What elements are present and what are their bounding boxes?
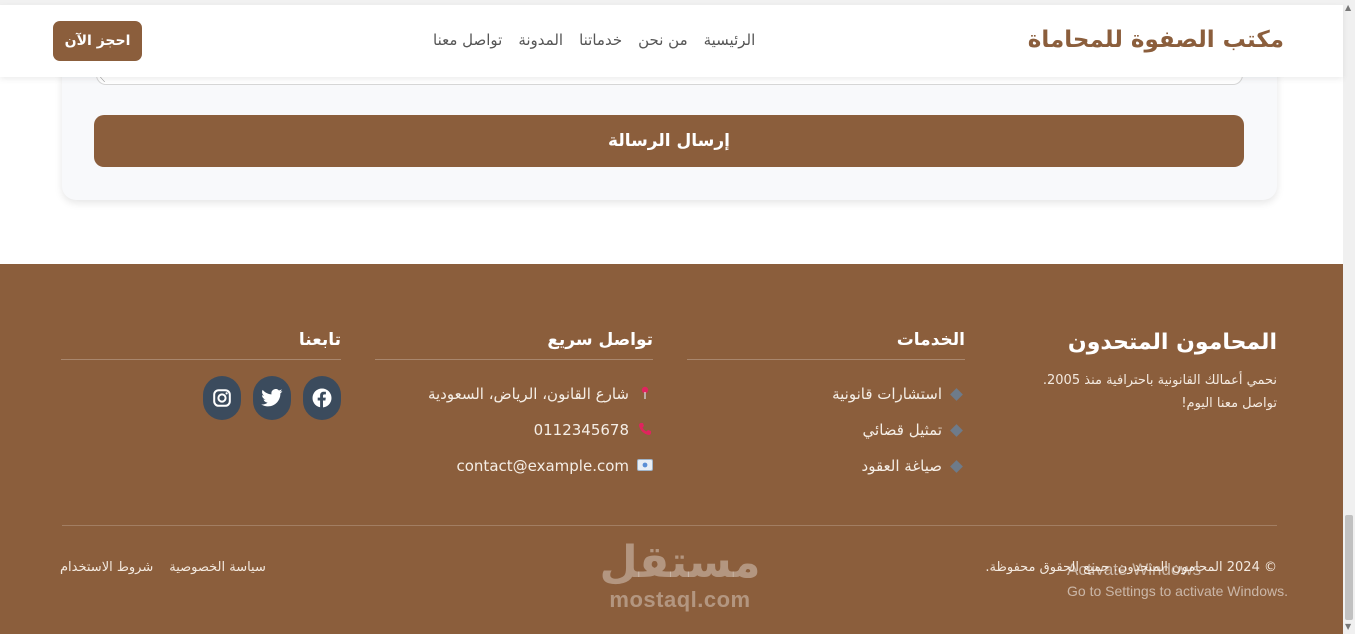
nav-blog[interactable]: المدونة — [518, 31, 563, 49]
social-links — [61, 376, 341, 420]
footer-follow: تابعنا — [61, 330, 341, 420]
footer-phone-text: 0112345678 — [533, 421, 629, 439]
pin-icon — [637, 386, 653, 403]
activate-windows-subtitle: Go to Settings to activate Windows. — [1067, 583, 1288, 599]
footer-services: الخدمات استشارات قانونية تمثيل قضائي صيا… — [687, 330, 965, 484]
footer-service-label: استشارات قانونية — [832, 385, 942, 403]
watermark-latin: mostaql.com — [609, 587, 751, 612]
twitter-icon[interactable] — [253, 376, 291, 420]
footer-address: شارع القانون، الرياض، السعودية — [375, 376, 653, 412]
footer-service-item[interactable]: تمثيل قضائي — [687, 412, 965, 448]
site-footer: المحامون المتحدون نحمي أعمالك القانونية … — [0, 264, 1343, 634]
scroll-down-arrow-icon[interactable]: ▼ — [1345, 622, 1351, 631]
watermark-arabic: مستقل — [599, 537, 761, 588]
diamond-bullet-icon — [950, 423, 963, 437]
footer-about-text: نحمي أعمالك القانونية باحترافية منذ 2005… — [1007, 369, 1277, 415]
footer-about-line: نحمي أعمالك القانونية باحترافية منذ 2005… — [1042, 373, 1277, 388]
footer-about-title: المحامون المتحدون — [1067, 330, 1277, 355]
footer-follow-heading: تابعنا — [61, 330, 341, 360]
send-message-button[interactable]: إرسال الرسالة — [94, 115, 1244, 167]
diamond-bullet-icon — [950, 387, 963, 401]
phone-icon — [637, 422, 653, 439]
activate-windows-title: Activate Windows — [1067, 560, 1202, 579]
nav-about[interactable]: من نحن — [638, 31, 688, 49]
footer-service-label: تمثيل قضائي — [862, 421, 942, 439]
main-nav: الرئيسية من نحن خدماتنا المدونة تواصل مع… — [433, 31, 755, 49]
page-scrollbar[interactable]: ▲ ▼ — [1343, 0, 1355, 634]
scroll-thumb[interactable] — [1345, 515, 1353, 620]
nav-services[interactable]: خدماتنا — [579, 31, 622, 49]
footer-email-text: contact@example.com — [456, 457, 630, 475]
footer-contact: تواصل سريع شارع القانون، الرياض، السعودي… — [375, 330, 653, 484]
footer-about-line: تواصل معنا اليوم! — [1181, 396, 1277, 411]
terms-of-use-link[interactable]: شروط الاستخدام — [60, 560, 153, 575]
footer-divider — [62, 525, 1277, 526]
nav-contact[interactable]: تواصل معنا — [433, 31, 502, 49]
footer-contact-heading: تواصل سريع — [375, 330, 653, 360]
footer-email[interactable]: contact@example.com — [375, 448, 653, 484]
site-brand[interactable]: مكتب الصفوة للمحاماة — [1028, 27, 1284, 53]
book-now-button[interactable]: احجز الآن — [53, 21, 142, 61]
footer-address-text: شارع القانون، الرياض، السعودية — [427, 385, 629, 403]
footer-service-label: صياغة العقود — [861, 457, 942, 475]
facebook-icon[interactable] — [303, 376, 341, 420]
footer-services-heading: الخدمات — [687, 330, 965, 360]
footer-phone[interactable]: 0112345678 — [375, 412, 653, 448]
activate-windows-overlay: Activate Windows Go to Settings to activ… — [1067, 560, 1288, 599]
footer-service-item[interactable]: استشارات قانونية — [687, 376, 965, 412]
resize-grip-icon[interactable]: ⟋ — [97, 76, 105, 85]
footer-about: المحامون المتحدون نحمي أعمالك القانونية … — [1007, 330, 1277, 415]
diamond-bullet-icon — [950, 459, 963, 473]
site-header: مكتب الصفوة للمحاماة الرئيسية من نحن خدم… — [0, 5, 1343, 77]
email-icon — [637, 458, 653, 474]
legal-links: سياسة الخصوصية شروط الاستخدام — [60, 560, 266, 575]
footer-service-item[interactable]: صياغة العقود — [687, 448, 965, 484]
privacy-policy-link[interactable]: سياسة الخصوصية — [169, 560, 266, 575]
mostaql-watermark-logo: مستقل mostaql.com — [595, 539, 765, 613]
scroll-up-arrow-icon[interactable]: ▲ — [1345, 3, 1351, 12]
nav-home[interactable]: الرئيسية — [704, 31, 756, 49]
instagram-icon[interactable] — [203, 376, 241, 420]
